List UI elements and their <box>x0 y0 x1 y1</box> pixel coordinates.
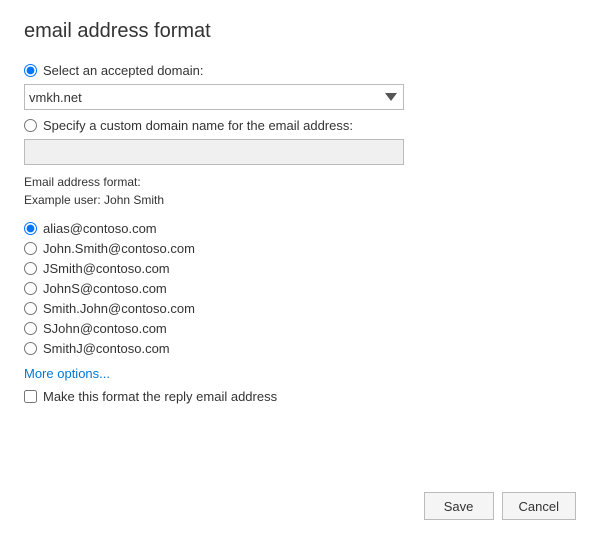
cancel-button[interactable]: Cancel <box>502 492 576 520</box>
format-radio-6[interactable] <box>24 322 37 335</box>
custom-domain-radio[interactable] <box>24 119 37 132</box>
format-radio-7[interactable] <box>24 342 37 355</box>
reply-checkbox-row: Make this format the reply email address <box>24 389 576 404</box>
format-option-5: Smith.John@contoso.com <box>24 301 576 316</box>
reply-checkbox[interactable] <box>24 390 37 403</box>
format-label-2[interactable]: John.Smith@contoso.com <box>43 241 195 256</box>
page-title: email address format <box>24 20 576 43</box>
format-option-3: JSmith@contoso.com <box>24 261 576 276</box>
format-radio-5[interactable] <box>24 302 37 315</box>
format-option-4: JohnS@contoso.com <box>24 281 576 296</box>
format-option-7: SmithJ@contoso.com <box>24 341 576 356</box>
format-radio-3[interactable] <box>24 262 37 275</box>
save-button[interactable]: Save <box>424 492 494 520</box>
format-label-6[interactable]: SJohn@contoso.com <box>43 321 167 336</box>
select-domain-radio-row: Select an accepted domain: <box>24 63 576 78</box>
format-label-7[interactable]: SmithJ@contoso.com <box>43 341 170 356</box>
reply-checkbox-label[interactable]: Make this format the reply email address <box>43 389 277 404</box>
domain-dropdown-row: vmkh.net <box>24 84 576 110</box>
info-text: Email address format: Example user: John… <box>24 173 576 209</box>
example-user-label: Example user: John Smith <box>24 191 576 209</box>
domain-select[interactable]: vmkh.net <box>24 84 404 110</box>
footer-buttons: Save Cancel <box>24 492 576 530</box>
custom-domain-radio-row: Specify a custom domain name for the ema… <box>24 118 576 133</box>
format-label-5[interactable]: Smith.John@contoso.com <box>43 301 195 316</box>
format-option-1: alias@contoso.com <box>24 221 576 236</box>
custom-domain-label[interactable]: Specify a custom domain name for the ema… <box>43 118 353 133</box>
format-options-list: alias@contoso.com John.Smith@contoso.com… <box>24 221 576 356</box>
format-label-4[interactable]: JohnS@contoso.com <box>43 281 167 296</box>
page-container: email address format Select an accepted … <box>0 0 600 550</box>
format-label-1[interactable]: alias@contoso.com <box>43 221 157 236</box>
more-options-link[interactable]: More options... <box>24 366 576 381</box>
format-label: Email address format: <box>24 173 576 191</box>
format-radio-1[interactable] <box>24 222 37 235</box>
custom-domain-input[interactable] <box>24 139 404 165</box>
select-domain-radio[interactable] <box>24 64 37 77</box>
format-radio-4[interactable] <box>24 282 37 295</box>
format-option-2: John.Smith@contoso.com <box>24 241 576 256</box>
select-domain-label[interactable]: Select an accepted domain: <box>43 63 203 78</box>
format-label-3[interactable]: JSmith@contoso.com <box>43 261 170 276</box>
format-option-6: SJohn@contoso.com <box>24 321 576 336</box>
format-radio-2[interactable] <box>24 242 37 255</box>
